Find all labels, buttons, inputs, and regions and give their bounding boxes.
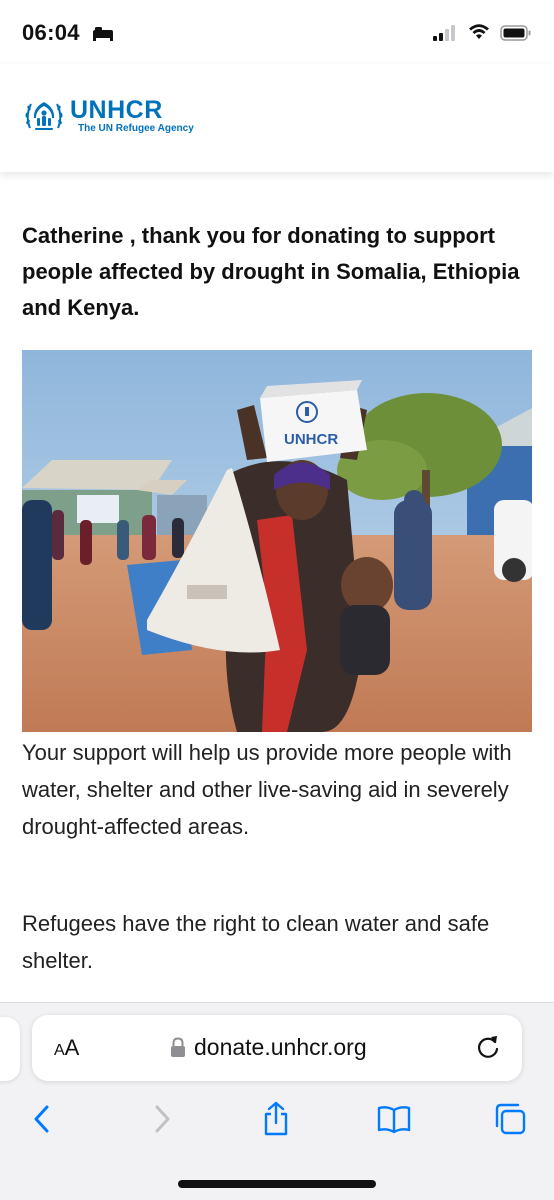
bookmarks-icon — [377, 1106, 411, 1134]
reload-icon[interactable] — [474, 1033, 502, 1066]
tabs-button[interactable] — [490, 1099, 530, 1139]
browser-nav-row — [0, 1099, 554, 1139]
unhcr-emblem-icon — [25, 102, 63, 130]
sleep-icon — [92, 26, 114, 47]
status-time: 06:04 — [22, 20, 80, 45]
battery-icon — [500, 24, 532, 47]
lock-icon — [170, 1037, 186, 1064]
site-header: UNHCR The UN Refugee Agency — [0, 64, 554, 172]
back-icon — [34, 1105, 49, 1133]
bookmarks-button[interactable] — [374, 1099, 414, 1139]
tabs-icon — [495, 1103, 526, 1135]
url-text[interactable]: donate.unhcr.org — [194, 1034, 367, 1061]
support-paragraph: Your support will help us provide more p… — [22, 740, 512, 839]
text-size-button[interactable]: AA — [54, 1035, 79, 1061]
share-button[interactable] — [256, 1099, 296, 1139]
previous-tab-preview[interactable] — [0, 1017, 20, 1081]
status-bar: 06:04 — [0, 0, 554, 64]
signal-icon — [432, 24, 458, 47]
share-icon — [264, 1101, 288, 1136]
wifi-icon — [468, 23, 490, 46]
logo-wordmark: UNHCR — [70, 96, 163, 124]
address-bar[interactable]: AA donate.unhcr.org — [32, 1015, 522, 1081]
home-indicator[interactable] — [178, 1180, 376, 1188]
thank-you-headline: Catherine , thank you for donating to su… — [22, 223, 520, 320]
back-button[interactable] — [22, 1099, 62, 1139]
forward-button[interactable] — [142, 1099, 182, 1139]
hero-box-label: UNHCR — [284, 431, 338, 448]
unhcr-logo[interactable]: UNHCR The UN Refugee Agency — [22, 94, 194, 138]
rights-paragraph: Refugees have the right to clean water a… — [22, 911, 490, 973]
logo-tagline: The UN Refugee Agency — [78, 123, 194, 134]
forward-icon — [155, 1105, 170, 1133]
browser-toolbar: AA donate.unhcr.org — [0, 1002, 554, 1200]
hero-image: UNHCR — [22, 350, 532, 732]
